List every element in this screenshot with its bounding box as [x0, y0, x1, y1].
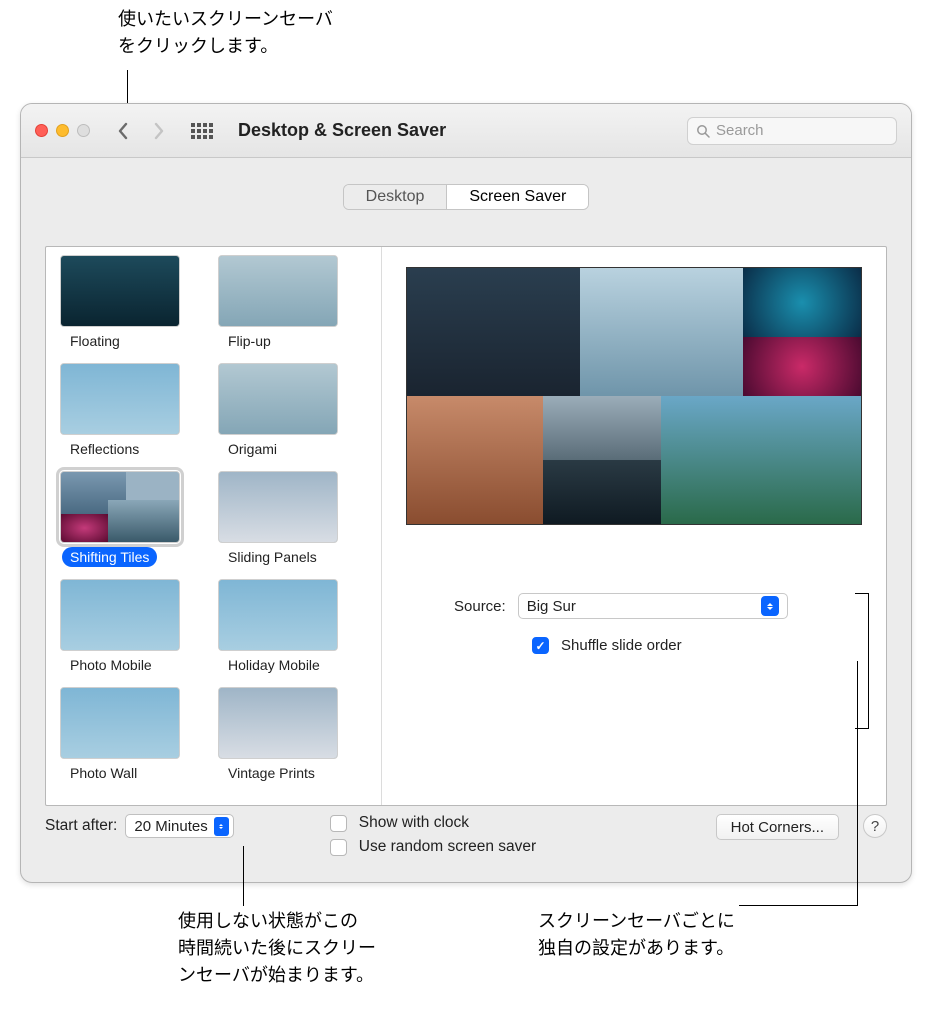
- saver-preview[interactable]: [406, 267, 862, 525]
- source-value: Big Sur: [527, 598, 576, 615]
- callout-select-saver: 使いたいスクリーンセーバ をクリックします。: [118, 6, 333, 60]
- saver-thumb: [218, 255, 338, 327]
- source-select[interactable]: Big Sur: [518, 593, 788, 619]
- prefs-window: Desktop & Screen Saver Search Desktop Sc…: [20, 103, 912, 883]
- start-after-select[interactable]: 20 Minutes: [125, 814, 233, 838]
- saver-thumb: [60, 579, 180, 651]
- saver-label: Photo Wall: [62, 763, 145, 783]
- start-after-value: 20 Minutes: [134, 818, 207, 835]
- saver-label: Sliding Panels: [220, 547, 325, 567]
- callout-line: [739, 905, 858, 906]
- callout-line: [243, 846, 244, 906]
- tab-desktop[interactable]: Desktop: [344, 185, 447, 209]
- saver-item[interactable]: Floating: [60, 255, 188, 359]
- hot-corners-button[interactable]: Hot Corners...: [716, 814, 839, 840]
- saver-list[interactable]: Floating Flip-up Reflections Origami Shiftin…: [46, 247, 382, 805]
- saver-item[interactable]: Sliding Panels: [218, 471, 346, 575]
- saver-thumb: [60, 363, 180, 435]
- saver-thumb: [218, 579, 338, 651]
- search-input[interactable]: Search: [687, 117, 897, 145]
- saver-item[interactable]: Reflections: [60, 363, 188, 467]
- saver-thumb: [218, 687, 338, 759]
- search-placeholder: Search: [716, 122, 764, 139]
- saver-thumb: [60, 471, 180, 543]
- titlebar: Desktop & Screen Saver Search: [21, 104, 911, 158]
- saver-label: Shifting Tiles: [62, 547, 157, 567]
- saver-item[interactable]: Photo Mobile: [60, 579, 188, 683]
- select-arrows-icon: [214, 817, 229, 836]
- start-after-label: Start after:: [45, 814, 117, 838]
- shuffle-checkbox[interactable]: [532, 637, 549, 654]
- source-label: Source:: [454, 598, 506, 615]
- saver-item[interactable]: Flip-up: [218, 255, 346, 359]
- saver-label: Floating: [62, 331, 128, 351]
- bottom-bar: Start after: 20 Minutes Show with clock …: [45, 814, 887, 864]
- minimize-button[interactable]: [56, 124, 69, 137]
- saver-label: Photo Mobile: [62, 655, 160, 675]
- tab-screen-saver[interactable]: Screen Saver: [446, 185, 588, 209]
- show-clock-checkbox[interactable]: [330, 815, 347, 832]
- tab-bar: Desktop Screen Saver: [21, 158, 911, 228]
- help-button[interactable]: ?: [863, 814, 887, 838]
- saver-thumb: [60, 687, 180, 759]
- saver-item[interactable]: Vintage Prints: [218, 687, 346, 791]
- shuffle-label: Shuffle slide order: [561, 637, 682, 654]
- saver-item[interactable]: Photo Wall: [60, 687, 188, 791]
- traffic-lights: [35, 124, 90, 137]
- zoom-button[interactable]: [77, 124, 90, 137]
- callout-line: [857, 661, 858, 906]
- saver-label: Reflections: [62, 439, 147, 459]
- saver-thumb: [60, 255, 180, 327]
- callout-start-after: 使用しない状態がこの 時間続いた後にスクリー ンセーバが始まります。: [178, 908, 376, 989]
- preview-pane: Source: Big Sur Shuffle slide order: [382, 247, 886, 805]
- search-icon: [696, 124, 710, 138]
- forward-button[interactable]: [146, 116, 172, 146]
- saver-label: Origami: [220, 439, 285, 459]
- saver-item[interactable]: Shifting Tiles: [60, 471, 188, 575]
- select-arrows-icon: [761, 596, 779, 616]
- show-clock-label: Show with clock: [359, 814, 469, 832]
- show-all-button[interactable]: [190, 119, 214, 143]
- random-saver-checkbox[interactable]: [330, 839, 347, 856]
- back-button[interactable]: [110, 116, 136, 146]
- saver-thumb: [218, 471, 338, 543]
- window-title: Desktop & Screen Saver: [238, 120, 446, 141]
- pane-body: Floating Flip-up Reflections Origami Shiftin…: [45, 246, 887, 806]
- saver-label: Flip-up: [220, 331, 279, 351]
- saver-label: Holiday Mobile: [220, 655, 328, 675]
- random-saver-label: Use random screen saver: [359, 838, 536, 856]
- callout-options: スクリーンセーバごとに 独自の設定があります。: [538, 908, 735, 962]
- saver-item[interactable]: Origami: [218, 363, 346, 467]
- saver-item[interactable]: Holiday Mobile: [218, 579, 346, 683]
- close-button[interactable]: [35, 124, 48, 137]
- saver-thumb: [218, 363, 338, 435]
- saver-label: Vintage Prints: [220, 763, 323, 783]
